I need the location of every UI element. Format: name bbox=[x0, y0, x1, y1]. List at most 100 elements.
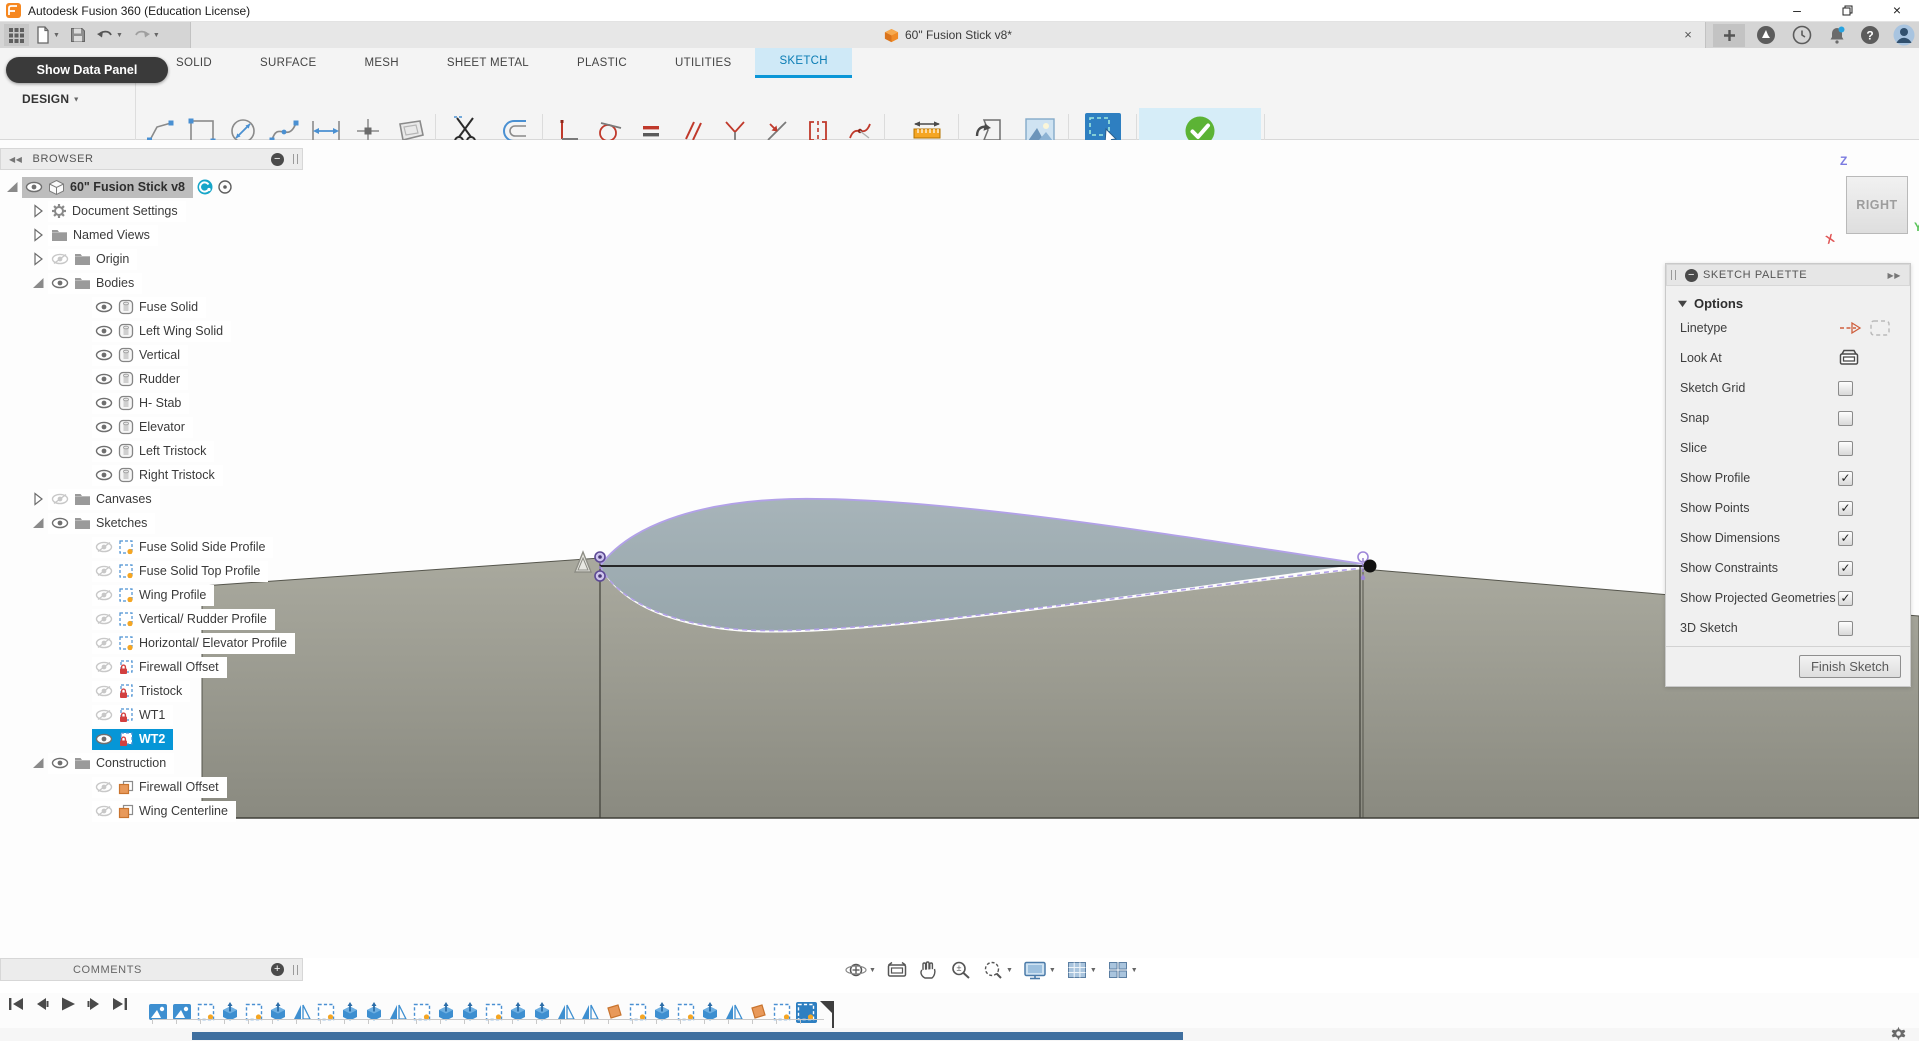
tree-row-fuse-solid-top-profile[interactable]: Fuse Solid Top Profile bbox=[0, 559, 303, 583]
tree-node-fuse-solid[interactable]: Fuse Solid bbox=[92, 297, 206, 318]
save-icon[interactable] bbox=[66, 24, 90, 46]
job-status-clock-icon[interactable] bbox=[1792, 25, 1812, 45]
timeline-skip-end-icon[interactable] bbox=[112, 997, 130, 1015]
checkbox-show-points[interactable]: ✓ bbox=[1838, 501, 1853, 516]
expanded-triangle-icon[interactable] bbox=[30, 755, 46, 771]
timeline-play-icon[interactable] bbox=[60, 997, 78, 1015]
collapsed-triangle-icon[interactable] bbox=[30, 251, 46, 267]
collapsed-triangle-icon[interactable] bbox=[30, 491, 46, 507]
model-canvas[interactable]: RIGHT Z Y X ◀◀ BROWSER − 60" Fusion Stic… bbox=[0, 140, 1919, 958]
palette-collapse-icon[interactable]: − bbox=[1685, 269, 1698, 282]
tree-node-bodies[interactable]: Bodies bbox=[48, 273, 142, 294]
tree-row-vertical[interactable]: Vertical bbox=[0, 343, 303, 367]
visibility-eye-icon[interactable] bbox=[95, 300, 113, 314]
tree-node-wing-profile[interactable]: Wing Profile bbox=[92, 585, 214, 606]
tree-node-firewall-offset[interactable]: Firewall Offset bbox=[92, 777, 227, 798]
new-document-tab-button[interactable] bbox=[1713, 24, 1745, 47]
tree-node-wing-centerline[interactable]: Wing Centerline bbox=[92, 801, 236, 822]
tree-row-bodies[interactable]: Bodies bbox=[0, 271, 303, 295]
tree-row-fuse-solid[interactable]: Fuse Solid bbox=[0, 295, 303, 319]
palette-expand-icon[interactable]: ▶▶ bbox=[1887, 271, 1901, 280]
expanded-triangle-icon[interactable] bbox=[30, 275, 46, 291]
tree-node-wt1[interactable]: WT1 bbox=[92, 705, 173, 726]
tree-row-elevator[interactable]: Elevator bbox=[0, 415, 303, 439]
visibility-eye-icon[interactable] bbox=[95, 732, 113, 746]
ribbon-tab-utilities[interactable]: UTILITIES bbox=[651, 48, 755, 78]
tree-node-construction[interactable]: Construction bbox=[48, 753, 174, 774]
comments-bar[interactable]: COMMENTS + bbox=[0, 958, 303, 981]
checkbox-slice[interactable] bbox=[1838, 441, 1853, 456]
visibility-eye-icon[interactable] bbox=[95, 396, 113, 410]
tree-row-named-views[interactable]: Named Views bbox=[0, 223, 303, 247]
tree-row-vertical-rudder-profile[interactable]: Vertical/ Rudder Profile bbox=[0, 607, 303, 631]
view-cube[interactable]: RIGHT Z Y X bbox=[1832, 158, 1919, 254]
visibility-eye-off-icon[interactable] bbox=[95, 684, 113, 698]
visibility-eye-icon[interactable] bbox=[95, 420, 113, 434]
ribbon-tab-sketch[interactable]: SKETCH bbox=[755, 48, 851, 78]
comments-drag-handle[interactable] bbox=[293, 965, 298, 975]
visibility-eye-icon[interactable] bbox=[51, 516, 69, 530]
tree-row-left-tristock[interactable]: Left Tristock bbox=[0, 439, 303, 463]
browser-collapse-all-icon[interactable]: − bbox=[271, 153, 284, 166]
checkbox-show-constraints[interactable]: ✓ bbox=[1838, 561, 1853, 576]
display-icon[interactable]: ▼ bbox=[1021, 958, 1058, 982]
activate-component-icon[interactable] bbox=[217, 179, 233, 195]
timeline-step-back-icon[interactable] bbox=[34, 997, 52, 1015]
show-data-panel-tooltip[interactable]: Show Data Panel bbox=[6, 57, 168, 83]
tree-node-elevator[interactable]: Elevator bbox=[92, 417, 193, 438]
ribbon-tab-mesh[interactable]: MESH bbox=[340, 48, 422, 78]
document-tab[interactable]: 60" Fusion Stick v8* × bbox=[190, 22, 1706, 48]
user-avatar[interactable] bbox=[1893, 24, 1913, 44]
tree-node-tristock[interactable]: Tristock bbox=[92, 681, 190, 702]
help-icon[interactable]: ? bbox=[1860, 25, 1880, 45]
viewports-icon[interactable]: ▼ bbox=[1105, 958, 1140, 982]
tree-row-wing-centerline[interactable]: Wing Centerline bbox=[0, 799, 303, 823]
tree-node-rudder[interactable]: Rudder bbox=[92, 369, 188, 390]
tree-row-canvases[interactable]: Canvases bbox=[0, 487, 303, 511]
ribbon-tab-surface[interactable]: SURFACE bbox=[236, 48, 340, 78]
app-grid-menu-icon[interactable] bbox=[4, 24, 29, 46]
view-cube-face[interactable]: RIGHT bbox=[1846, 176, 1908, 234]
sketch-palette-header[interactable]: − SKETCH PALETTE ▶▶ bbox=[1666, 264, 1910, 286]
visibility-eye-off-icon[interactable] bbox=[95, 540, 113, 554]
tree-row-document-settings[interactable]: Document Settings bbox=[0, 199, 303, 223]
checkbox-show-projected-geometries[interactable]: ✓ bbox=[1838, 591, 1853, 606]
collapsed-triangle-icon[interactable] bbox=[30, 203, 46, 219]
tree-row-sketches[interactable]: Sketches bbox=[0, 511, 303, 535]
tree-row-right-tristock[interactable]: Right Tristock bbox=[0, 463, 303, 487]
tree-node-origin[interactable]: Origin bbox=[48, 249, 137, 270]
tree-row-origin[interactable]: Origin bbox=[0, 247, 303, 271]
browser-header[interactable]: ◀◀ BROWSER − bbox=[0, 148, 303, 170]
tree-node-left-tristock[interactable]: Left Tristock bbox=[92, 441, 214, 462]
tree-row-left-wing-solid[interactable]: Left Wing Solid bbox=[0, 319, 303, 343]
tree-node-named-views[interactable]: Named Views bbox=[48, 225, 158, 246]
finish-sketch-button[interactable]: Finish Sketch bbox=[1799, 655, 1901, 678]
tree-row-wt1[interactable]: WT1 bbox=[0, 703, 303, 727]
tree-row-fuse-solid-side-profile[interactable]: Fuse Solid Side Profile bbox=[0, 535, 303, 559]
file-menu-icon[interactable]: ▼ bbox=[31, 24, 64, 46]
tree-node-document-settings[interactable]: Document Settings bbox=[48, 201, 186, 222]
tree-row-h-stab[interactable]: H- Stab bbox=[0, 391, 303, 415]
tree-node-sketches[interactable]: Sketches bbox=[48, 513, 155, 534]
look-at-icon[interactable] bbox=[1838, 348, 1860, 368]
minimize-button[interactable]: – bbox=[1775, 0, 1819, 22]
tree-row-horizontal-elevator-profile[interactable]: Horizontal/ Elevator Profile bbox=[0, 631, 303, 655]
tree-row-firewall-offset[interactable]: Firewall Offset bbox=[0, 655, 303, 679]
palette-options-section[interactable]: Options bbox=[1678, 296, 1910, 311]
visibility-eye-icon[interactable] bbox=[95, 324, 113, 338]
checkbox-show-profile[interactable]: ✓ bbox=[1838, 471, 1853, 486]
tree-row-tristock[interactable]: Tristock bbox=[0, 679, 303, 703]
tree-row-60-fusion-stick-v8[interactable]: 60" Fusion Stick v8 bbox=[0, 175, 303, 199]
collapse-panel-icon[interactable]: ◀◀ bbox=[9, 155, 23, 164]
visibility-eye-off-icon[interactable] bbox=[95, 636, 113, 650]
construction-linetype-icon[interactable] bbox=[1838, 318, 1862, 338]
visibility-eye-icon[interactable] bbox=[95, 468, 113, 482]
timeline-skip-start-icon[interactable] bbox=[8, 997, 26, 1015]
expanded-triangle-icon[interactable] bbox=[30, 515, 46, 531]
tree-node-horizontal-elevator-profile[interactable]: Horizontal/ Elevator Profile bbox=[92, 633, 295, 654]
browser-drag-handle[interactable] bbox=[293, 154, 298, 164]
extensions-icon[interactable] bbox=[1756, 25, 1776, 45]
notifications-bell-icon[interactable] bbox=[1827, 25, 1847, 45]
tree-node-canvases[interactable]: Canvases bbox=[48, 489, 160, 510]
visibility-eye-icon[interactable] bbox=[95, 444, 113, 458]
